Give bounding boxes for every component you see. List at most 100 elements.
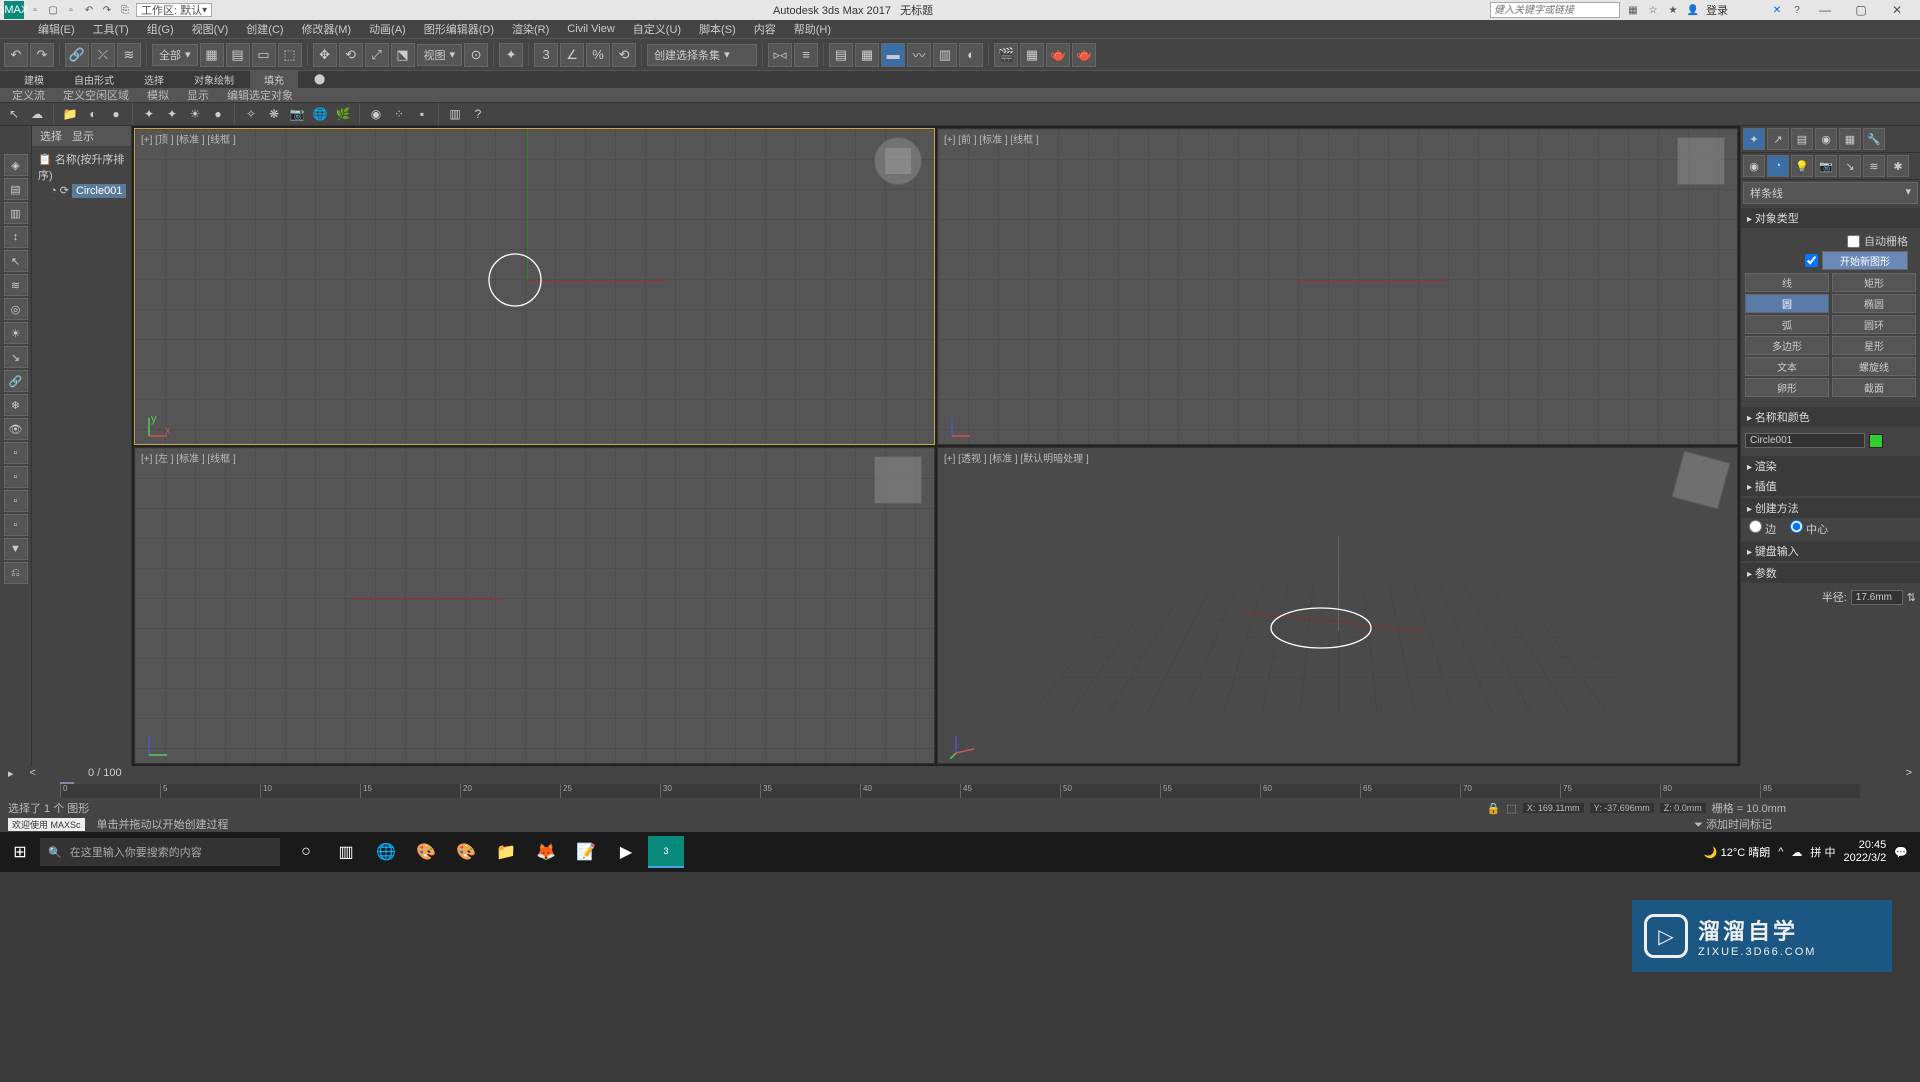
spinner-snap[interactable]: ⟲ [612, 43, 636, 67]
menu-modifiers[interactable]: 修改器(M) [294, 20, 360, 38]
particles-icon[interactable]: ✧ [241, 104, 261, 124]
se-box4[interactable]: ▫ [4, 514, 28, 536]
se-waves[interactable]: ≋ [4, 274, 28, 296]
star-icon[interactable]: ☆ [1646, 3, 1660, 17]
subcat-geom[interactable]: ◉ [1743, 155, 1765, 177]
pivot-button[interactable]: ⊙ [464, 43, 488, 67]
menu-grapheditors[interactable]: 图形编辑器(D) [416, 20, 502, 38]
taskbar-search[interactable]: 🔍 在这里输入你要搜索的内容 [40, 838, 280, 866]
se-lock[interactable]: ⎌ [4, 562, 28, 584]
se-sort-header[interactable]: 📋 名称(按升序排序) [36, 150, 127, 184]
sub-simulate[interactable]: 模拟 [141, 87, 175, 103]
login-link[interactable]: 登录 [1706, 2, 1728, 18]
viewport-left-label[interactable]: [+] [左 ] [标准 ] [线框 ] [141, 450, 236, 465]
viewport-top[interactable]: [+] [顶 ] [标准 ] [线框 ] yx [134, 128, 935, 445]
help-search[interactable] [1490, 2, 1620, 18]
se-filter1[interactable]: ▤ [4, 178, 28, 200]
se-col-display[interactable]: 显示 [72, 128, 94, 144]
addkey-label[interactable]: 添加时间标记 [1706, 819, 1772, 831]
rollout-interp[interactable]: ▸ 插值 [1741, 476, 1920, 496]
redo-icon[interactable]: ↷ [100, 3, 114, 17]
se-funnel[interactable]: ▼ [4, 538, 28, 560]
task-app1[interactable]: 🎨 [408, 836, 444, 868]
menu-group[interactable]: 组(G) [139, 20, 182, 38]
angle-snap[interactable]: ∠ [560, 43, 584, 67]
curve-editor[interactable]: 〰 [907, 43, 931, 67]
sub-defflow[interactable]: 定义流 [6, 87, 51, 103]
timeline[interactable]: 05 1015 2025 3035 4045 5055 6065 7075 80… [0, 780, 1920, 800]
scale-button[interactable]: ⤢ [365, 43, 389, 67]
ribbon-populate[interactable]: 填充 [250, 71, 298, 88]
btn-text[interactable]: 文本 [1745, 357, 1829, 376]
radius-spinner[interactable] [1851, 590, 1903, 605]
tray-chevron[interactable]: ^ [1778, 846, 1783, 858]
select-manipulate[interactable]: ✦ [499, 43, 523, 67]
ribbon-objpaint[interactable]: 对象绘制 [180, 71, 248, 88]
light-spot-icon[interactable]: ✦ [162, 104, 182, 124]
viewcube-left[interactable] [874, 456, 922, 504]
time-ruler[interactable]: 05 1015 2025 3035 4045 5055 6065 7075 80… [60, 784, 1860, 798]
tree-icon[interactable]: 🌿 [333, 104, 353, 124]
cloud-icon[interactable]: ☁ [27, 104, 47, 124]
cp-display[interactable]: ▦ [1839, 128, 1861, 150]
se-light[interactable]: ☀ [4, 322, 28, 344]
help2-icon[interactable]: ? [468, 104, 488, 124]
close-button[interactable]: ✕ [1882, 1, 1912, 19]
named-sel-set[interactable]: 创建选择条集 ▾ [647, 44, 757, 66]
light-sun-icon[interactable]: ☀ [185, 104, 205, 124]
se-filter2[interactable]: ▥ [4, 202, 28, 224]
mirror-button[interactable]: ▹◃ [768, 43, 792, 67]
se-snow[interactable]: ❄ [4, 394, 28, 416]
undo-icon[interactable]: ↶ [82, 3, 96, 17]
lock-icon[interactable]: 🔒 [1487, 802, 1501, 815]
earth-icon[interactable]: 🌐 [310, 104, 330, 124]
se-circle[interactable]: ◎ [4, 298, 28, 320]
create-obj-icon[interactable]: ↖ [4, 104, 24, 124]
light-sphere-icon[interactable]: ● [208, 104, 228, 124]
btn-ngon[interactable]: 多边形 [1745, 336, 1829, 355]
save-icon[interactable]: ▫ [64, 3, 78, 17]
scene-node-circle001[interactable]: Circle001 [72, 184, 126, 198]
rollout-objtype[interactable]: ▸ 对象类型 [1741, 208, 1920, 228]
mat1-icon[interactable]: ◉ [366, 104, 386, 124]
redo-button[interactable]: ↷ [30, 43, 54, 67]
settings-icon[interactable]: ▥ [445, 104, 465, 124]
unlink-button[interactable]: ⤫ [91, 43, 115, 67]
task-notes[interactable]: 📝 [568, 836, 604, 868]
btn-arc[interactable]: 弧 [1745, 315, 1829, 334]
tray-onedrive[interactable]: ☁ [1791, 846, 1802, 859]
viewcube-persp[interactable] [1672, 451, 1731, 510]
subcat-helpers[interactable]: ↘ [1839, 155, 1861, 177]
mat2-icon[interactable]: ⁘ [389, 104, 409, 124]
se-arrow[interactable]: ↖ [4, 250, 28, 272]
se-measure[interactable]: ↘ [4, 346, 28, 368]
menu-civilview[interactable]: Civil View [559, 22, 622, 36]
viewcube-top[interactable] [874, 137, 922, 185]
cp-utils[interactable]: 🔧 [1863, 128, 1885, 150]
se-box1[interactable]: ▫ [4, 442, 28, 464]
task-3dsmax[interactable]: 3 [648, 836, 684, 868]
radio-edge[interactable]: 边 [1749, 520, 1776, 537]
btn-circle[interactable]: 圆 [1745, 294, 1829, 313]
rollout-namecolor[interactable]: ▸ 名称和颜色 [1741, 407, 1920, 427]
new-icon[interactable]: ▫ [28, 3, 42, 17]
sub-defidle[interactable]: 定义空闲区域 [57, 87, 135, 103]
timeline-prev[interactable]: ▸ [8, 767, 14, 780]
rollout-create[interactable]: ▸ 创建方法 [1741, 498, 1920, 518]
camera-icon[interactable]: 📷 [287, 104, 307, 124]
favorite-icon[interactable]: ★ [1666, 3, 1680, 17]
ribbon-freeform[interactable]: 自由形式 [60, 71, 128, 88]
cp-hierarchy[interactable]: ▤ [1791, 128, 1813, 150]
ribbon-select[interactable]: 选择 [130, 71, 178, 88]
object-color-swatch[interactable] [1869, 434, 1883, 448]
btn-rect[interactable]: 矩形 [1832, 273, 1916, 292]
select-object[interactable]: ▦ [200, 43, 224, 67]
btn-egg[interactable]: 卵形 [1745, 378, 1829, 397]
coord-y[interactable]: Y: -37.696mm [1590, 803, 1654, 813]
btn-ellipse[interactable]: 椭圆 [1832, 294, 1916, 313]
btn-section[interactable]: 截面 [1832, 378, 1916, 397]
menu-help[interactable]: 帮助(H) [786, 20, 839, 38]
task-app3[interactable]: ▶ [608, 836, 644, 868]
se-box3[interactable]: ▫ [4, 490, 28, 512]
tray-notification[interactable]: 💬 [1894, 846, 1908, 859]
